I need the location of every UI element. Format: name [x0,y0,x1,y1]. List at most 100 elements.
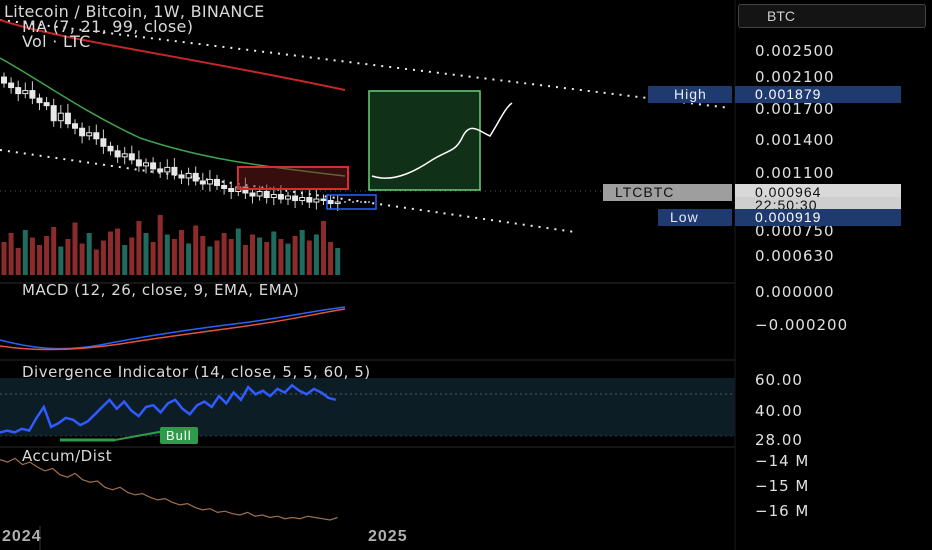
volume-bar [250,234,255,275]
volume-bar [264,242,270,275]
volume-bar [328,242,334,275]
candle-body [150,162,157,170]
volume-bar [278,239,284,275]
candle-body [285,195,291,200]
volume-bar [179,230,184,275]
candle-body [292,195,299,202]
volume-bar [271,231,277,275]
candle-body [15,87,22,95]
volume-bar [58,246,64,275]
volume-bar [51,227,57,275]
bull-badge: Bull [160,427,198,444]
volume-bar [285,243,291,275]
candle-body [192,172,199,182]
volume-bar [150,242,156,275]
candle-body [50,105,57,122]
volume-bar [306,240,312,275]
volume-legend[interactable]: Vol · LTC [22,32,91,51]
candle-body [327,200,334,205]
volume-bar [207,246,213,275]
volume-bar [129,237,135,275]
accum-tick: −16 M [755,502,810,520]
macd-tick: 0.000000 [755,283,835,301]
volume-bar [299,230,305,275]
range-box [237,166,349,190]
candle-body [57,112,64,122]
candle-body [43,102,50,107]
low-value: 0.000919 [735,209,901,226]
accum-dist-line [0,457,338,521]
volume-bar [115,228,121,275]
candle-body [135,159,142,167]
candle-body [1,76,7,84]
accum-tick: −14 M [755,452,810,470]
volume-bar [86,233,92,275]
high-value: 0.001879 [735,86,901,103]
volume-bars [1,215,341,275]
candle-body [334,201,341,205]
volume-bar [79,243,85,275]
candle-body [277,194,284,200]
volume-bar [193,225,199,275]
candle-body [185,172,192,179]
volume-bar [221,233,227,275]
volume-bar [1,242,7,275]
volume-bar [313,234,319,275]
volume-bar [37,245,42,275]
candle-body [270,194,277,199]
candle-body [214,178,220,186]
volume-bar [186,243,192,275]
candle-body [171,166,178,176]
candle-body [320,198,327,202]
volume-bar [143,233,149,275]
candle-body [86,132,93,137]
accum-legend[interactable]: Accum/Dist [22,447,112,465]
volume-bar [93,249,99,275]
projection-box [368,90,481,191]
candle-body [256,190,263,197]
volume-bar [100,240,106,275]
volume-bar [122,245,128,275]
candle-body [100,138,107,147]
candle-body [263,190,270,199]
candle-body [199,180,206,185]
volume-bar [214,240,220,275]
volume-bar [200,236,206,275]
candle-body [8,82,15,89]
candle-body [64,112,71,125]
candle-body [313,198,320,203]
volume-bar [171,239,177,275]
candle-body [178,174,185,179]
volume-bar [292,236,298,275]
rsi-band [0,378,735,436]
divergence-legend[interactable]: Divergence Indicator (14, close, 5, 5, 6… [22,363,371,381]
symbol-label: LTCBTC [603,184,732,201]
candle-body [114,150,121,158]
price-tick: 0.002500 [755,42,835,60]
volume-bar [136,221,142,275]
macd-line [0,306,346,350]
candle-body [22,90,29,95]
volume-bar [335,248,341,275]
price-tick: 0.002100 [755,68,835,86]
volume-bar [164,234,170,275]
rsi-tick: 28.00 [755,431,803,449]
volume-bar [228,239,234,275]
candle-body [128,153,135,161]
macd-legend[interactable]: MACD (12, 26, close, 9, EMA, EMA) [22,281,299,299]
price-tick: 0.000630 [755,247,835,265]
price-tick: 0.001100 [755,164,835,182]
candle-body [221,184,228,189]
time-label-2024: 2024 [2,528,42,545]
volume-bar [44,236,50,275]
volume-bar [22,230,28,275]
currency-button[interactable]: BTC [738,4,926,28]
volume-bar [72,222,78,275]
macd-tick: −0.000200 [755,316,849,334]
candle-body [72,123,78,129]
rsi-tick: 40.00 [755,402,803,420]
volume-bar [15,248,21,275]
volume-bar [65,239,71,275]
high-label: High [648,86,732,103]
volume-bar [242,245,248,275]
